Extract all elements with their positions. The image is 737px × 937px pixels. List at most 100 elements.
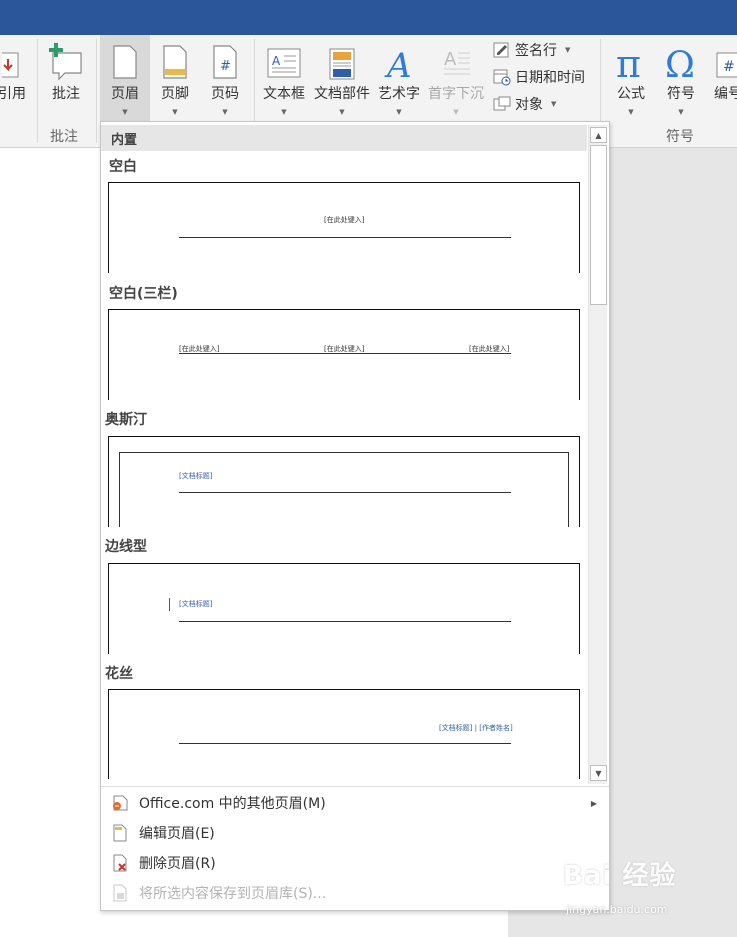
watermark-url: jingyan.baidu.com (566, 903, 668, 916)
chevron-down-icon: ▼ (565, 46, 571, 54)
chevron-down-icon: ▼ (396, 108, 402, 116)
svg-text:π: π (616, 43, 641, 81)
datetime-label: 日期和时间 (515, 70, 585, 86)
svg-text:A: A (444, 49, 457, 70)
header-preview-filigree[interactable]: [文档标题] | [作者姓名] (108, 689, 580, 779)
signature-icon (493, 42, 509, 58)
object-button[interactable]: 对象 ▼ (492, 94, 556, 114)
omega-icon: Ω (663, 35, 699, 81)
side-line (169, 598, 170, 611)
chevron-down-icon: ▼ (453, 108, 459, 116)
textbox-button[interactable]: A 文本框 ▼ (258, 35, 310, 125)
header-preview-blank[interactable]: [在此处键入] (108, 182, 580, 273)
citation-icon (2, 35, 22, 81)
group-divider (37, 39, 38, 143)
citation-label: 引用 (0, 86, 26, 102)
numbering-button[interactable]: # 编号 (708, 35, 737, 125)
signature-line-label: 签名行 (515, 43, 557, 59)
watermark-logo: Bai 经验 (563, 861, 677, 891)
quickparts-button[interactable]: 文档部件 ▼ (311, 35, 373, 125)
wordart-button[interactable]: A 艺术字 ▼ (375, 35, 423, 125)
quickparts-label: 文档部件 (314, 86, 370, 102)
svg-text:#: # (220, 59, 231, 74)
dropcap-button: A 首字下沉 ▼ (425, 35, 487, 125)
header-rule (179, 492, 511, 493)
page-number-button[interactable]: # 页码 ▼ (202, 35, 248, 125)
symbols-group-label: 符号 (666, 129, 694, 145)
svg-text:#: # (723, 59, 735, 75)
save-selection-icon (101, 878, 139, 908)
menu-separator (101, 786, 609, 787)
wordart-label: 艺术字 (378, 86, 420, 102)
header-rule (179, 353, 511, 354)
gallery-scrollbar[interactable]: ▲ ▼ (588, 125, 607, 784)
gallery-item-title: 奥斯汀 (105, 412, 147, 428)
group-divider (96, 39, 97, 143)
scrollbar-thumb[interactable] (590, 145, 607, 305)
page-number-icon: # (211, 35, 239, 81)
new-comment-icon (47, 35, 85, 81)
header-preview-sideline[interactable]: [文档标题] (108, 563, 580, 654)
header-rule (179, 237, 511, 238)
dropcap-icon: A (440, 35, 472, 81)
number-icon: # (713, 35, 737, 81)
calendar-clock-icon (493, 69, 511, 86)
more-headers-label: Office.com 中的其他页眉(M) (139, 796, 326, 812)
citation-button[interactable]: 引用 (0, 35, 30, 125)
edit-header-item[interactable]: 编辑页眉(E) (101, 818, 609, 848)
document-title-placeholder: [文档标题] (179, 472, 213, 480)
svg-text:Ω: Ω (665, 45, 695, 81)
dropcap-label: 首字下沉 (428, 86, 484, 102)
numbering-label: 编号 (714, 86, 737, 102)
signature-line-button[interactable]: 签名行 ▼ (492, 40, 570, 60)
wordart-icon: A (383, 35, 415, 81)
scroll-up-icon[interactable]: ▲ (590, 127, 607, 143)
symbol-button[interactable]: Ω 符号 ▼ (656, 35, 706, 125)
header-preview-blank-three-column[interactable]: [在此处键入] [在此处键入] [在此处键入] (108, 309, 580, 400)
textbox-icon: A (266, 35, 302, 81)
more-headers-office-com[interactable]: Office.com 中的其他页眉(M) ▶ (101, 788, 609, 818)
svg-text:A: A (272, 54, 281, 68)
symbol-label: 符号 (667, 86, 695, 102)
chevron-right-icon: ▶ (590, 798, 597, 808)
object-icon (493, 96, 511, 111)
pi-icon: π (614, 35, 648, 81)
comment-button[interactable]: 批注 (42, 35, 90, 125)
header-gallery-dropdown: 内置 ▲ ▼ 空白 [在此处键入] 空白(三栏) [在此处键入] [在此处键入]… (100, 121, 610, 911)
placeholder-text: [在此处键入] (324, 216, 365, 224)
office-online-icon (101, 788, 139, 818)
chevron-down-icon: ▼ (122, 108, 128, 116)
header-rule (179, 621, 511, 622)
equation-button[interactable]: π 公式 ▼ (606, 35, 656, 125)
footer-button[interactable]: 页脚 ▼ (152, 35, 198, 125)
edit-header-label: 编辑页眉(E) (139, 826, 215, 842)
page-number-label: 页码 (211, 86, 239, 102)
chevron-down-icon: ▼ (551, 100, 557, 108)
header-label: 页眉 (111, 86, 139, 102)
object-label: 对象 (515, 97, 543, 113)
comment-label: 批注 (52, 86, 80, 102)
scroll-down-icon[interactable]: ▼ (590, 765, 607, 781)
chevron-down-icon: ▼ (172, 108, 178, 116)
textbox-label: 文本框 (263, 86, 305, 102)
header-button[interactable]: 页眉 ▼ (100, 35, 150, 125)
comment-group-label: 批注 (50, 129, 78, 145)
quickparts-icon (327, 35, 357, 81)
builtin-section-header: 内置 (101, 125, 587, 151)
header-preview-austin[interactable]: [文档标题] (108, 436, 580, 527)
gallery-item-title: 边线型 (105, 539, 147, 555)
datetime-button[interactable]: 日期和时间 (492, 67, 585, 87)
chevron-down-icon: ▼ (678, 108, 684, 116)
svg-text:A: A (384, 46, 412, 81)
page-border (119, 452, 569, 527)
edit-header-icon (101, 818, 139, 848)
footer-icon (161, 35, 189, 81)
save-to-gallery-item: 将所选内容保存到页眉库(S)... (101, 878, 609, 908)
remove-header-label: 删除页眉(R) (139, 856, 216, 872)
save-selection-label: 将所选内容保存到页眉库(S)... (139, 886, 327, 902)
header-icon (111, 35, 139, 81)
gallery-item-title: 空白(三栏) (109, 286, 178, 302)
equation-label: 公式 (617, 86, 645, 102)
footer-label: 页脚 (161, 86, 189, 102)
remove-header-item[interactable]: 删除页眉(R) (101, 848, 609, 878)
